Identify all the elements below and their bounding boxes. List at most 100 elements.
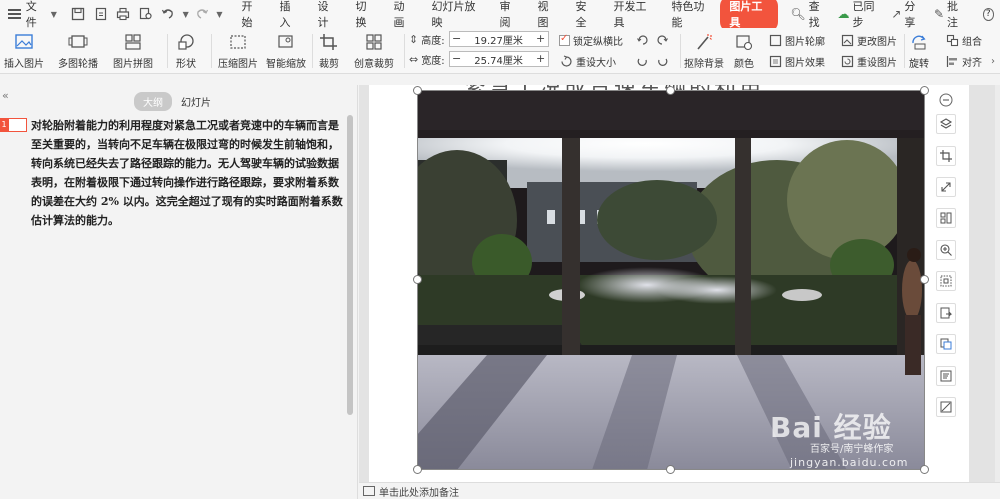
file-menu[interactable]: 文件 — [26, 0, 46, 30]
width-value[interactable]: 25.74厘米 — [464, 52, 534, 67]
resize-handle-bottom[interactable] — [666, 465, 675, 474]
outline-text[interactable]: 对轮胎附着能力的利用程度对紧急工况或者竞速中的车辆而言是至关重要的，当转向不足车… — [31, 116, 344, 230]
remove-background-button[interactable]: 抠除背景 — [684, 32, 724, 70]
height-increment-button[interactable]: + — [534, 32, 548, 46]
customize-toolbar-icon[interactable]: ▼ — [216, 10, 222, 19]
sync-button[interactable]: ☁ 已同步 — [838, 0, 880, 30]
collapse-panel-icon[interactable]: « — [2, 89, 9, 102]
insert-picture-button[interactable]: 插入图片 — [4, 32, 44, 70]
tab-outline[interactable]: 大纲 — [134, 92, 172, 111]
picture-effect-button[interactable]: 图片效果 — [768, 54, 825, 69]
flip-right-icon — [655, 54, 669, 68]
flip-small-right[interactable] — [655, 54, 672, 68]
color-button[interactable]: 颜色 — [733, 32, 755, 70]
tab-insert[interactable]: 插入 — [270, 0, 308, 30]
height-decrement-button[interactable]: − — [450, 32, 464, 46]
ocr-icon — [940, 370, 952, 382]
picture-icon — [13, 32, 35, 52]
copy-picture-icon — [940, 338, 952, 350]
undo-icon[interactable] — [161, 6, 176, 22]
width-decrement-button[interactable]: − — [450, 52, 464, 66]
tab-features[interactable]: 特色功能 — [662, 0, 720, 30]
rotate-icon — [908, 32, 930, 52]
layers-tool-button[interactable] — [936, 114, 956, 134]
menu-bar: 文件 ▼ ▼ ▼ 开始 插入 设计 切换 动画 幻灯片放映 审阅 视图 安全 开… — [0, 0, 1000, 32]
export-pdf-icon[interactable] — [93, 6, 108, 22]
save-icon[interactable] — [71, 6, 86, 22]
tab-home[interactable]: 开始 — [232, 0, 270, 30]
reset-size-button[interactable]: 重设大小 — [559, 54, 616, 69]
height-stepper[interactable]: − 19.27厘米 + — [448, 31, 549, 47]
lock-ratio-checkbox[interactable]: 锁定纵横比 — [559, 33, 623, 48]
resize-handle-top-left[interactable] — [413, 86, 422, 95]
tab-design[interactable]: 设计 — [308, 0, 346, 30]
tab-security[interactable]: 安全 — [566, 0, 604, 30]
width-stepper[interactable]: − 25.74厘米 + — [448, 51, 549, 67]
collage-icon — [122, 32, 144, 52]
tab-slideshow[interactable]: 幻灯片放映 — [422, 0, 490, 30]
zoom-in-icon — [940, 244, 952, 256]
cloud-icon: ☁ — [837, 7, 850, 21]
creative-crop-button[interactable]: 创意裁剪 — [354, 32, 394, 70]
magic-wand-icon — [693, 32, 715, 52]
picture-collage-button[interactable]: 图片拼图 — [113, 32, 153, 70]
rotate-small-left[interactable] — [635, 33, 652, 47]
tab-transition[interactable]: 切换 — [346, 0, 384, 30]
picture-outline-button[interactable]: 图片轮廓 — [768, 33, 825, 48]
height-value[interactable]: 19.27厘米 — [464, 32, 534, 47]
ribbon-more-icon[interactable]: › — [991, 56, 995, 67]
hamburger-icon[interactable] — [8, 9, 21, 19]
export-tool-button[interactable] — [936, 303, 956, 323]
tab-slides[interactable]: 幻灯片 — [172, 92, 220, 111]
share-button[interactable]: ↗ 分享 — [891, 0, 922, 30]
resize-handle-top-right[interactable] — [920, 86, 929, 95]
width-increment-button[interactable]: + — [534, 52, 548, 66]
tab-view[interactable]: 视图 — [528, 0, 566, 30]
rotate-small-right[interactable] — [655, 33, 672, 47]
notes-placeholder[interactable]: 单击此处添加备注 — [379, 484, 459, 499]
resize-tool-button[interactable] — [936, 177, 956, 197]
search-icon: 🔍︎ — [790, 7, 806, 21]
rotate-button[interactable]: 旋转 — [908, 32, 930, 70]
copy-tool-button[interactable] — [936, 334, 956, 354]
multi-carousel-button[interactable]: 多图轮播 — [58, 32, 98, 70]
align-button[interactable]: 对齐 — [945, 54, 982, 69]
collage-tool-button[interactable] — [936, 208, 956, 228]
ocr-tool-button[interactable] — [936, 366, 956, 386]
resize-handle-right[interactable] — [920, 275, 929, 284]
notes-bar[interactable]: 单击此处添加备注 — [359, 482, 1000, 499]
notes-icon — [363, 486, 375, 496]
tab-review[interactable]: 审阅 — [490, 0, 528, 30]
compress-tool-button[interactable] — [936, 271, 956, 291]
rotate-right-icon — [655, 33, 669, 47]
group-button[interactable]: 组合 — [945, 33, 982, 48]
compress-picture-button[interactable]: 压缩图片 — [218, 32, 258, 70]
crop-button[interactable]: 裁剪 — [318, 32, 340, 70]
search-button[interactable]: 🔍︎ 查找 — [790, 0, 825, 30]
outline-panel: « 大纲 幻灯片 1 对轮胎附着能力的利用程度对紧急工况或者竞速中的车辆而言是至… — [0, 85, 358, 499]
zoom-tool-button[interactable] — [936, 240, 956, 260]
resize-handle-left[interactable] — [413, 275, 422, 284]
smart-zoom-button[interactable]: 智能缩放 — [266, 32, 306, 70]
tab-animation[interactable]: 动画 — [384, 0, 422, 30]
comment-button[interactable]: ✎ 批注 — [934, 0, 965, 30]
resize-handle-bottom-left[interactable] — [413, 465, 422, 474]
shape-button[interactable]: 形状 — [175, 32, 197, 70]
slide-thumbnail-icon[interactable] — [8, 118, 27, 132]
tab-developer[interactable]: 开发工具 — [604, 0, 662, 30]
flip-small-left[interactable] — [635, 54, 652, 68]
reset-picture-button[interactable]: 重设图片 — [840, 54, 897, 69]
ribbon-divider — [167, 34, 168, 68]
chevron-down-icon[interactable]: ▼ — [51, 10, 57, 19]
redo-icon[interactable] — [195, 6, 210, 22]
panel-scrollbar[interactable] — [347, 115, 353, 415]
canvas-scrollbar[interactable] — [995, 85, 1000, 482]
change-picture-button[interactable]: 更改图片 — [840, 33, 897, 48]
undo-dropdown-icon[interactable]: ▼ — [183, 10, 189, 19]
print-preview-icon[interactable] — [139, 6, 154, 22]
resize-handle-top[interactable] — [666, 86, 675, 95]
crop-tool-button[interactable] — [936, 146, 956, 166]
collapse-tools-button[interactable] — [936, 90, 956, 110]
print-icon[interactable] — [116, 6, 131, 22]
help-button[interactable]: ? — [982, 7, 995, 21]
